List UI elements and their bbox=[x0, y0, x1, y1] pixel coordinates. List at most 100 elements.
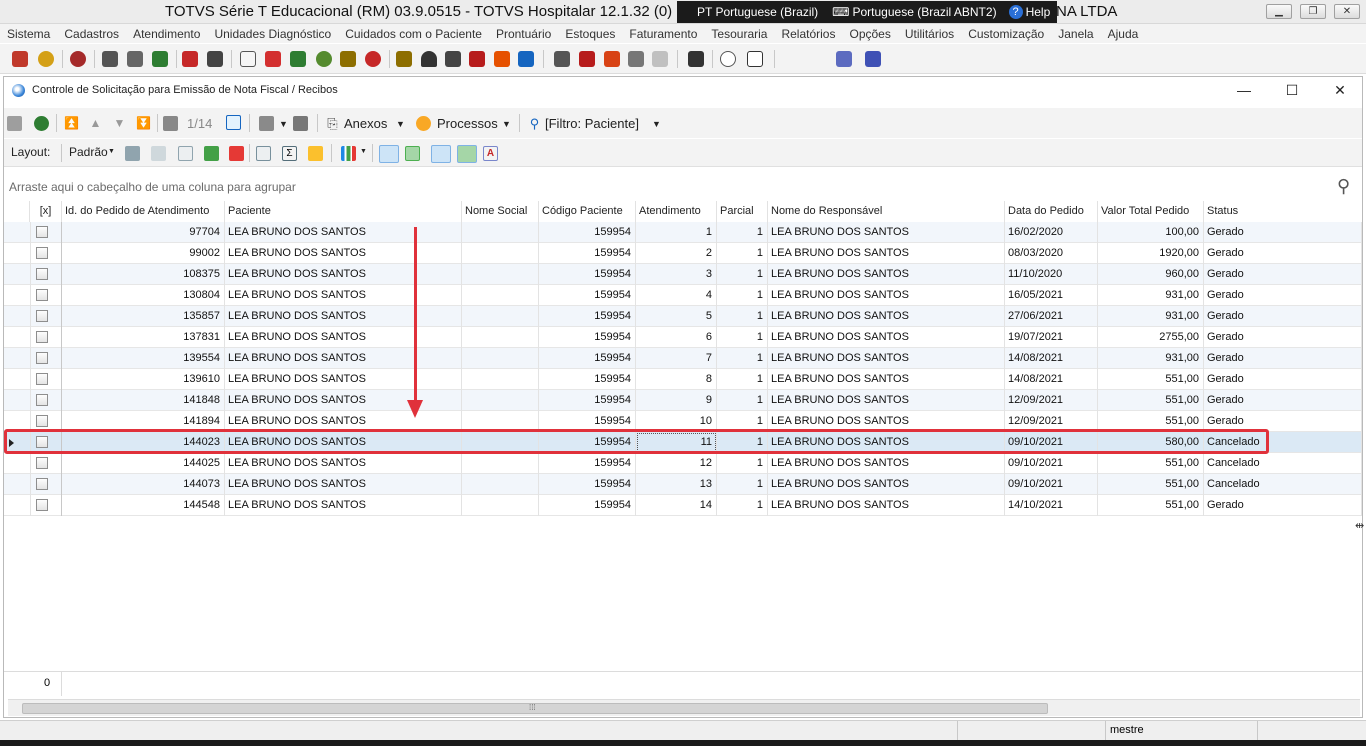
row-checkbox[interactable] bbox=[36, 394, 48, 406]
minimize-button[interactable]: ▁ bbox=[1266, 4, 1292, 19]
row-checkbox[interactable] bbox=[36, 457, 48, 469]
page-icon[interactable] bbox=[240, 51, 256, 67]
cell-codigo-paciente[interactable]: 159954 bbox=[539, 264, 636, 285]
cell-codigo-paciente[interactable]: 159954 bbox=[539, 453, 636, 474]
cell-responsavel[interactable]: LEA BRUNO DOS SANTOS bbox=[768, 327, 1005, 348]
table-row[interactable]: 135857 LEA BRUNO DOS SANTOS 159954 5 1 LEA BR… bbox=[4, 306, 1362, 327]
first-record-icon[interactable]: ⏫ bbox=[64, 116, 79, 131]
cell-atendimento[interactable]: 14 bbox=[636, 495, 717, 516]
cell-data-pedido[interactable]: 12/09/2021 bbox=[1005, 390, 1098, 411]
refresh-icon[interactable] bbox=[34, 116, 49, 131]
row-checkbox[interactable] bbox=[36, 373, 48, 385]
cell-status[interactable]: Gerado bbox=[1204, 348, 1362, 369]
chart-doc-icon[interactable] bbox=[494, 51, 510, 67]
filter-dropdown-icon[interactable]: ▼ bbox=[652, 119, 661, 129]
cell-nome-social[interactable] bbox=[462, 495, 539, 516]
help-icon[interactable]: ? bbox=[1008, 5, 1023, 19]
table-row[interactable]: 139554 LEA BRUNO DOS SANTOS 159954 7 1 LEA BR… bbox=[4, 348, 1362, 369]
tools-icon[interactable] bbox=[182, 51, 198, 67]
cell-nome-social[interactable] bbox=[462, 348, 539, 369]
globe-icon[interactable] bbox=[38, 51, 54, 67]
cell-paciente[interactable]: LEA BRUNO DOS SANTOS bbox=[225, 495, 462, 516]
cell-id-pedido[interactable]: 135857 bbox=[62, 306, 225, 327]
cell-data-pedido[interactable]: 14/08/2021 bbox=[1005, 348, 1098, 369]
cell-responsavel[interactable]: LEA BRUNO DOS SANTOS bbox=[768, 222, 1005, 243]
cell-paciente[interactable]: LEA BRUNO DOS SANTOS bbox=[225, 453, 462, 474]
table-row[interactable]: 144025 LEA BRUNO DOS SANTOS 159954 12 1 LEA B… bbox=[4, 453, 1362, 474]
cell-paciente[interactable]: LEA BRUNO DOS SANTOS bbox=[225, 348, 462, 369]
cell-atendimento[interactable]: 8 bbox=[636, 369, 717, 390]
cell-id-pedido[interactable]: 99002 bbox=[62, 243, 225, 264]
record-icon[interactable] bbox=[70, 51, 86, 67]
cell-status[interactable]: Gerado bbox=[1204, 264, 1362, 285]
highlight-icon[interactable] bbox=[308, 146, 323, 161]
cell-nome-social[interactable] bbox=[462, 285, 539, 306]
view-list-icon[interactable] bbox=[379, 145, 399, 163]
binoculars-icon[interactable] bbox=[163, 116, 178, 131]
cell-atendimento[interactable]: 9 bbox=[636, 390, 717, 411]
header-data-pedido[interactable]: Data do Pedido bbox=[1005, 201, 1098, 222]
folder-icon[interactable] bbox=[396, 51, 412, 67]
cell-responsavel[interactable]: LEA BRUNO DOS SANTOS bbox=[768, 390, 1005, 411]
cell-data-pedido[interactable]: 14/08/2021 bbox=[1005, 369, 1098, 390]
chart-dropdown-icon[interactable]: ▼ bbox=[360, 148, 367, 155]
cell-parcial[interactable]: 1 bbox=[717, 369, 768, 390]
cell-status[interactable]: Gerado bbox=[1204, 495, 1362, 516]
next-record-icon[interactable]: ▼ bbox=[112, 116, 127, 131]
monitor-icon[interactable] bbox=[688, 51, 704, 67]
export-icon[interactable] bbox=[469, 51, 485, 67]
inner-maximize-button[interactable]: ☐ bbox=[1282, 82, 1302, 98]
close-button[interactable]: ✕ bbox=[1334, 4, 1360, 19]
table-row[interactable]: 144548 LEA BRUNO DOS SANTOS 159954 14 1 LEA B… bbox=[4, 495, 1362, 516]
menu-opcoes[interactable]: Opções bbox=[842, 27, 897, 41]
layout-grid-icon[interactable] bbox=[178, 146, 193, 161]
cell-data-pedido[interactable]: 09/10/2021 bbox=[1005, 474, 1098, 495]
layout-delete-icon[interactable] bbox=[151, 146, 166, 161]
check-doc-icon[interactable] bbox=[340, 51, 356, 67]
header-codigo-paciente[interactable]: Código Paciente bbox=[539, 201, 636, 222]
cell-paciente[interactable]: LEA BRUNO DOS SANTOS bbox=[225, 369, 462, 390]
molecule-icon[interactable] bbox=[316, 51, 332, 67]
row-checkbox[interactable] bbox=[36, 352, 48, 364]
cell-codigo-paciente[interactable]: 159954 bbox=[539, 474, 636, 495]
cell-responsavel[interactable]: LEA BRUNO DOS SANTOS bbox=[768, 474, 1005, 495]
cell-parcial[interactable]: 1 bbox=[717, 495, 768, 516]
cell-nome-social[interactable] bbox=[462, 474, 539, 495]
menu-tesouraria[interactable]: Tesouraria bbox=[704, 27, 774, 41]
cell-data-pedido[interactable]: 08/03/2020 bbox=[1005, 243, 1098, 264]
cell-valor-total[interactable]: 2755,00 bbox=[1098, 327, 1204, 348]
clock-icon[interactable] bbox=[365, 51, 381, 67]
cell-nome-social[interactable] bbox=[462, 306, 539, 327]
anexos-dropdown-icon[interactable]: ▼ bbox=[396, 119, 405, 129]
processos-dropdown-icon[interactable]: ▼ bbox=[502, 119, 511, 129]
cell-paciente[interactable]: LEA BRUNO DOS SANTOS bbox=[225, 243, 462, 264]
header-paciente[interactable]: Paciente bbox=[225, 201, 462, 222]
cell-responsavel[interactable]: LEA BRUNO DOS SANTOS bbox=[768, 453, 1005, 474]
table-row[interactable]: 137831 LEA BRUNO DOS SANTOS 159954 6 1 LEA BR… bbox=[4, 327, 1362, 348]
inner-close-button[interactable]: ✕ bbox=[1330, 82, 1350, 98]
edit-icon[interactable] bbox=[7, 116, 22, 131]
cell-status[interactable]: Cancelado bbox=[1204, 453, 1362, 474]
table-row[interactable]: 141848 LEA BRUNO DOS SANTOS 159954 9 1 LEA BR… bbox=[4, 390, 1362, 411]
menu-faturamento[interactable]: Faturamento bbox=[622, 27, 704, 41]
cell-valor-total[interactable]: 551,00 bbox=[1098, 453, 1204, 474]
settings-doc-icon[interactable] bbox=[747, 51, 763, 67]
cell-id-pedido[interactable]: 141848 bbox=[62, 390, 225, 411]
cell-nome-social[interactable] bbox=[462, 390, 539, 411]
cell-status[interactable]: Gerado bbox=[1204, 243, 1362, 264]
lock-icon[interactable] bbox=[421, 51, 437, 67]
cell-atendimento[interactable]: 3 bbox=[636, 264, 717, 285]
table-row[interactable]: 97704 LEA BRUNO DOS SANTOS 159954 1 1 LEA BRU… bbox=[4, 222, 1362, 243]
cell-parcial[interactable]: 1 bbox=[717, 327, 768, 348]
cell-responsavel[interactable]: LEA BRUNO DOS SANTOS bbox=[768, 495, 1005, 516]
layout-dropdown-icon[interactable]: ▼ bbox=[108, 148, 115, 155]
cell-parcial[interactable]: 1 bbox=[717, 243, 768, 264]
table-row[interactable]: 144073 LEA BRUNO DOS SANTOS 159954 13 1 LEA B… bbox=[4, 474, 1362, 495]
cell-id-pedido[interactable]: 139610 bbox=[62, 369, 225, 390]
document-icon[interactable] bbox=[102, 51, 118, 67]
keyboard-layout[interactable]: Portuguese (Brazil ABNT2) bbox=[853, 5, 997, 19]
cell-atendimento[interactable]: 4 bbox=[636, 285, 717, 306]
cell-codigo-paciente[interactable]: 159954 bbox=[539, 348, 636, 369]
cell-data-pedido[interactable]: 27/06/2021 bbox=[1005, 306, 1098, 327]
list-icon[interactable] bbox=[554, 51, 570, 67]
